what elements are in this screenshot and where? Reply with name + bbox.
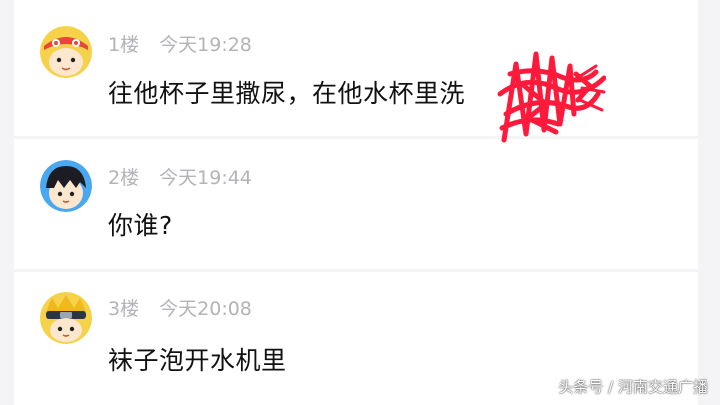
avatar[interactable] [40, 26, 92, 78]
cartoon-ninja-headband-icon [40, 292, 92, 344]
floor-number: 3楼 [108, 298, 140, 320]
redaction-scribble [497, 51, 606, 143]
avatar[interactable] [40, 292, 92, 344]
cartoon-boy-black-hair-icon [40, 160, 92, 212]
comment-text: 往他杯子里撒尿，在他水杯里洗 [108, 79, 466, 108]
comment-meta: 2楼 今天19:44 [108, 163, 252, 190]
comment-text: 你谁? [108, 211, 173, 240]
timestamp: 今天19:44 [159, 167, 252, 189]
comment-meta: 3楼 今天20:08 [108, 294, 252, 321]
watermark-text: 头条号 / 河南交通广播 [558, 378, 708, 396]
floor-number: 1楼 [108, 34, 140, 56]
avatar[interactable] [40, 160, 92, 212]
timestamp: 今天19:28 [159, 34, 252, 56]
comment-card: 2楼 今天19:44 你谁? [14, 139, 698, 269]
cartoon-boy-red-bandana-icon [40, 26, 92, 78]
floor-number: 2楼 [108, 167, 140, 189]
timestamp: 今天20:08 [159, 298, 252, 320]
comment-meta: 1楼 今天19:28 [108, 30, 252, 57]
comment-text: 袜子泡开水机里 [108, 346, 287, 375]
